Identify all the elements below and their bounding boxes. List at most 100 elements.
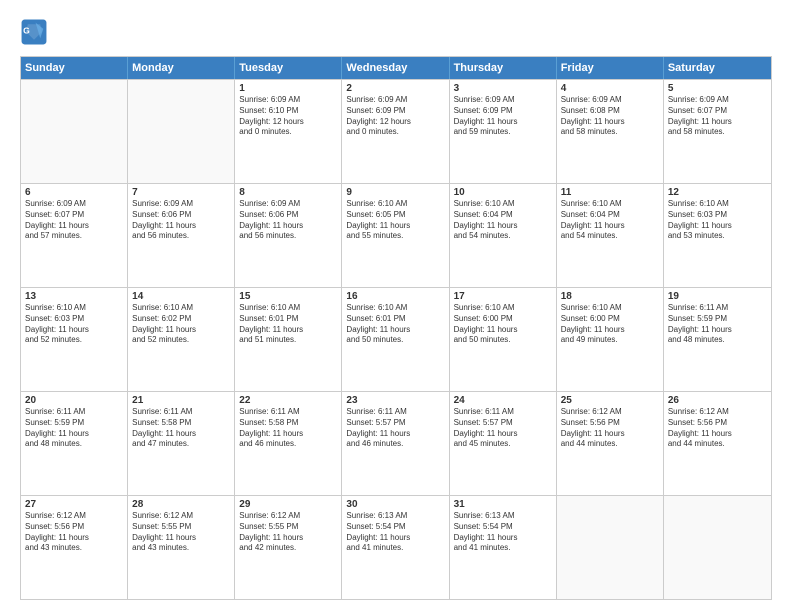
day-number: 8	[239, 187, 337, 198]
day-number: 26	[668, 395, 767, 406]
calendar-week-5: 27Sunrise: 6:12 AM Sunset: 5:56 PM Dayli…	[21, 495, 771, 599]
day-info: Sunrise: 6:12 AM Sunset: 5:55 PM Dayligh…	[239, 511, 337, 554]
day-number: 16	[346, 291, 444, 302]
day-header-tuesday: Tuesday	[235, 57, 342, 79]
logo-icon: G	[20, 18, 48, 46]
day-header-wednesday: Wednesday	[342, 57, 449, 79]
day-cell-1: 1Sunrise: 6:09 AM Sunset: 6:10 PM Daylig…	[235, 80, 342, 183]
day-cell-12: 12Sunrise: 6:10 AM Sunset: 6:03 PM Dayli…	[664, 184, 771, 287]
calendar: SundayMondayTuesdayWednesdayThursdayFrid…	[20, 56, 772, 600]
day-cell-4: 4Sunrise: 6:09 AM Sunset: 6:08 PM Daylig…	[557, 80, 664, 183]
day-header-sunday: Sunday	[21, 57, 128, 79]
day-header-saturday: Saturday	[664, 57, 771, 79]
day-number: 10	[454, 187, 552, 198]
calendar-week-2: 6Sunrise: 6:09 AM Sunset: 6:07 PM Daylig…	[21, 183, 771, 287]
day-cell-28: 28Sunrise: 6:12 AM Sunset: 5:55 PM Dayli…	[128, 496, 235, 599]
day-info: Sunrise: 6:11 AM Sunset: 5:57 PM Dayligh…	[346, 407, 444, 450]
day-cell-8: 8Sunrise: 6:09 AM Sunset: 6:06 PM Daylig…	[235, 184, 342, 287]
day-info: Sunrise: 6:09 AM Sunset: 6:06 PM Dayligh…	[239, 199, 337, 242]
day-header-monday: Monday	[128, 57, 235, 79]
day-info: Sunrise: 6:09 AM Sunset: 6:10 PM Dayligh…	[239, 95, 337, 138]
empty-cell	[557, 496, 664, 599]
day-cell-5: 5Sunrise: 6:09 AM Sunset: 6:07 PM Daylig…	[664, 80, 771, 183]
day-cell-7: 7Sunrise: 6:09 AM Sunset: 6:06 PM Daylig…	[128, 184, 235, 287]
day-info: Sunrise: 6:12 AM Sunset: 5:56 PM Dayligh…	[668, 407, 767, 450]
day-cell-10: 10Sunrise: 6:10 AM Sunset: 6:04 PM Dayli…	[450, 184, 557, 287]
day-info: Sunrise: 6:09 AM Sunset: 6:07 PM Dayligh…	[25, 199, 123, 242]
day-cell-31: 31Sunrise: 6:13 AM Sunset: 5:54 PM Dayli…	[450, 496, 557, 599]
logo: G	[20, 18, 52, 46]
day-cell-15: 15Sunrise: 6:10 AM Sunset: 6:01 PM Dayli…	[235, 288, 342, 391]
day-cell-30: 30Sunrise: 6:13 AM Sunset: 5:54 PM Dayli…	[342, 496, 449, 599]
calendar-week-1: 1Sunrise: 6:09 AM Sunset: 6:10 PM Daylig…	[21, 79, 771, 183]
day-cell-21: 21Sunrise: 6:11 AM Sunset: 5:58 PM Dayli…	[128, 392, 235, 495]
day-info: Sunrise: 6:10 AM Sunset: 6:00 PM Dayligh…	[454, 303, 552, 346]
day-number: 21	[132, 395, 230, 406]
day-number: 23	[346, 395, 444, 406]
svg-text:G: G	[23, 26, 30, 36]
day-number: 2	[346, 83, 444, 94]
day-header-thursday: Thursday	[450, 57, 557, 79]
day-cell-3: 3Sunrise: 6:09 AM Sunset: 6:09 PM Daylig…	[450, 80, 557, 183]
day-info: Sunrise: 6:12 AM Sunset: 5:56 PM Dayligh…	[25, 511, 123, 554]
day-info: Sunrise: 6:10 AM Sunset: 6:03 PM Dayligh…	[668, 199, 767, 242]
day-number: 13	[25, 291, 123, 302]
day-number: 30	[346, 499, 444, 510]
day-cell-27: 27Sunrise: 6:12 AM Sunset: 5:56 PM Dayli…	[21, 496, 128, 599]
day-cell-23: 23Sunrise: 6:11 AM Sunset: 5:57 PM Dayli…	[342, 392, 449, 495]
calendar-body: 1Sunrise: 6:09 AM Sunset: 6:10 PM Daylig…	[21, 79, 771, 599]
day-cell-19: 19Sunrise: 6:11 AM Sunset: 5:59 PM Dayli…	[664, 288, 771, 391]
day-info: Sunrise: 6:10 AM Sunset: 6:05 PM Dayligh…	[346, 199, 444, 242]
calendar-week-3: 13Sunrise: 6:10 AM Sunset: 6:03 PM Dayli…	[21, 287, 771, 391]
calendar-header-row: SundayMondayTuesdayWednesdayThursdayFrid…	[21, 57, 771, 79]
day-info: Sunrise: 6:10 AM Sunset: 6:01 PM Dayligh…	[346, 303, 444, 346]
day-number: 5	[668, 83, 767, 94]
day-info: Sunrise: 6:09 AM Sunset: 6:09 PM Dayligh…	[346, 95, 444, 138]
day-info: Sunrise: 6:10 AM Sunset: 6:02 PM Dayligh…	[132, 303, 230, 346]
day-info: Sunrise: 6:10 AM Sunset: 6:00 PM Dayligh…	[561, 303, 659, 346]
day-cell-9: 9Sunrise: 6:10 AM Sunset: 6:05 PM Daylig…	[342, 184, 449, 287]
day-info: Sunrise: 6:10 AM Sunset: 6:01 PM Dayligh…	[239, 303, 337, 346]
day-info: Sunrise: 6:11 AM Sunset: 5:59 PM Dayligh…	[25, 407, 123, 450]
day-info: Sunrise: 6:11 AM Sunset: 5:57 PM Dayligh…	[454, 407, 552, 450]
day-info: Sunrise: 6:10 AM Sunset: 6:04 PM Dayligh…	[454, 199, 552, 242]
day-info: Sunrise: 6:09 AM Sunset: 6:06 PM Dayligh…	[132, 199, 230, 242]
day-cell-16: 16Sunrise: 6:10 AM Sunset: 6:01 PM Dayli…	[342, 288, 449, 391]
day-info: Sunrise: 6:11 AM Sunset: 5:58 PM Dayligh…	[239, 407, 337, 450]
day-info: Sunrise: 6:11 AM Sunset: 5:59 PM Dayligh…	[668, 303, 767, 346]
empty-cell	[664, 496, 771, 599]
day-cell-24: 24Sunrise: 6:11 AM Sunset: 5:57 PM Dayli…	[450, 392, 557, 495]
day-info: Sunrise: 6:12 AM Sunset: 5:56 PM Dayligh…	[561, 407, 659, 450]
day-cell-17: 17Sunrise: 6:10 AM Sunset: 6:00 PM Dayli…	[450, 288, 557, 391]
day-number: 11	[561, 187, 659, 198]
day-cell-18: 18Sunrise: 6:10 AM Sunset: 6:00 PM Dayli…	[557, 288, 664, 391]
day-number: 27	[25, 499, 123, 510]
day-number: 25	[561, 395, 659, 406]
day-info: Sunrise: 6:10 AM Sunset: 6:04 PM Dayligh…	[561, 199, 659, 242]
day-info: Sunrise: 6:09 AM Sunset: 6:07 PM Dayligh…	[668, 95, 767, 138]
empty-cell	[128, 80, 235, 183]
day-number: 20	[25, 395, 123, 406]
day-cell-2: 2Sunrise: 6:09 AM Sunset: 6:09 PM Daylig…	[342, 80, 449, 183]
day-number: 12	[668, 187, 767, 198]
day-cell-13: 13Sunrise: 6:10 AM Sunset: 6:03 PM Dayli…	[21, 288, 128, 391]
day-cell-25: 25Sunrise: 6:12 AM Sunset: 5:56 PM Dayli…	[557, 392, 664, 495]
day-cell-20: 20Sunrise: 6:11 AM Sunset: 5:59 PM Dayli…	[21, 392, 128, 495]
day-number: 18	[561, 291, 659, 302]
day-info: Sunrise: 6:12 AM Sunset: 5:55 PM Dayligh…	[132, 511, 230, 554]
day-cell-14: 14Sunrise: 6:10 AM Sunset: 6:02 PM Dayli…	[128, 288, 235, 391]
day-number: 3	[454, 83, 552, 94]
empty-cell	[21, 80, 128, 183]
day-cell-29: 29Sunrise: 6:12 AM Sunset: 5:55 PM Dayli…	[235, 496, 342, 599]
day-number: 6	[25, 187, 123, 198]
day-number: 29	[239, 499, 337, 510]
day-number: 19	[668, 291, 767, 302]
day-number: 7	[132, 187, 230, 198]
day-number: 15	[239, 291, 337, 302]
day-number: 17	[454, 291, 552, 302]
day-info: Sunrise: 6:09 AM Sunset: 6:09 PM Dayligh…	[454, 95, 552, 138]
day-cell-11: 11Sunrise: 6:10 AM Sunset: 6:04 PM Dayli…	[557, 184, 664, 287]
day-number: 24	[454, 395, 552, 406]
day-number: 9	[346, 187, 444, 198]
day-number: 1	[239, 83, 337, 94]
